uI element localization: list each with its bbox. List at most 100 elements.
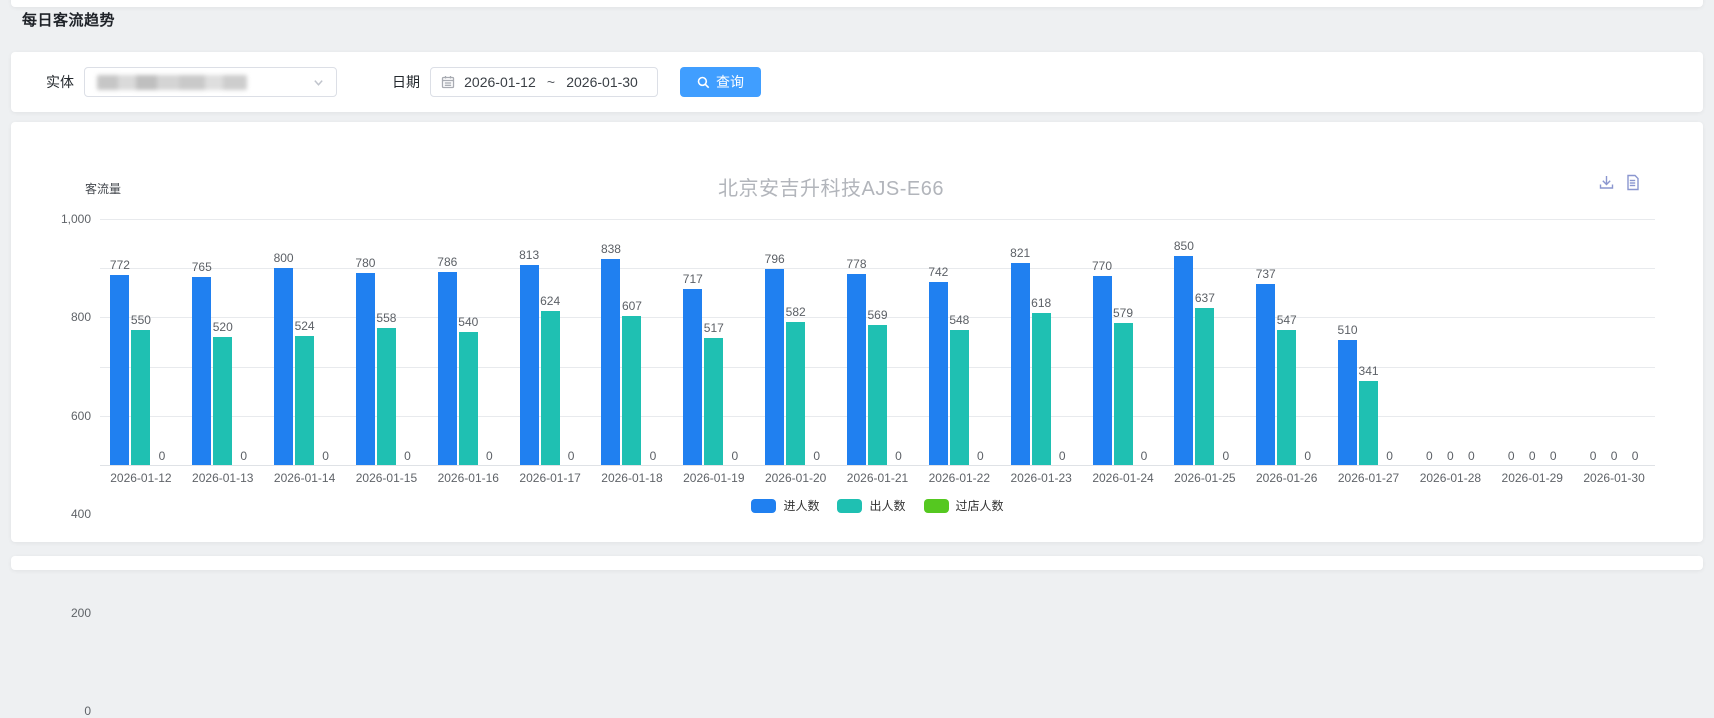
chart-title: 北京安吉升科技AJS-E66 [11,172,1651,201]
value-label: 510 [1323,323,1373,337]
bar-进人数[interactable] [1011,263,1030,465]
x-tick-label: 2026-01-22 [914,471,1004,485]
x-tick-label: 2026-01-29 [1487,471,1577,485]
bar-出人数[interactable] [213,337,232,465]
entity-select-value-redacted [97,75,247,90]
value-label: 0 [710,449,760,463]
value-label: 813 [504,248,554,262]
x-tick-label: 2026-01-21 [833,471,923,485]
y-tick-label: 200 [71,606,91,620]
legend-swatch [924,499,949,513]
value-label: 742 [913,265,963,279]
chart-panel: 北京安吉升科技AJS-E66 客流量 1,0008006004002000772… [11,122,1703,542]
value-label: 772 [95,258,145,272]
value-label: 796 [750,252,800,266]
page-title: 每日客流趋势 [22,9,115,30]
bar-进人数[interactable] [847,274,866,465]
previous-panel-edge [11,0,1703,7]
date-range-separator: ~ [545,74,557,90]
value-label: 0 [301,449,351,463]
value-label: 540 [443,315,493,329]
value-label: 0 [792,449,842,463]
bar-进人数[interactable] [683,289,702,465]
value-label: 0 [1037,449,1087,463]
x-tick-label: 2026-01-14 [260,471,350,485]
gridline: 0 [100,465,1655,466]
bar-出人数[interactable] [1277,330,1296,465]
date-end-value[interactable]: 2026-01-30 [557,74,647,90]
value-label: 770 [1077,259,1127,273]
bar-进人数[interactable] [765,269,784,465]
x-tick-label: 2026-01-18 [587,471,677,485]
bar-进人数[interactable] [929,282,948,465]
bar-出人数[interactable] [131,330,150,465]
bar-进人数[interactable] [1093,276,1112,465]
query-button[interactable]: 查询 [680,67,761,97]
value-label: 0 [1201,449,1251,463]
y-axis-name: 客流量 [79,180,127,197]
value-label: 607 [607,299,657,313]
bar-进人数[interactable] [1174,256,1193,465]
date-label: 日期 [392,72,420,92]
bar-出人数[interactable] [950,330,969,465]
bar-进人数[interactable] [356,273,375,465]
legend-item-进人数[interactable]: 进人数 [751,497,819,514]
date-start-value[interactable]: 2026-01-12 [455,74,545,90]
legend-label: 出人数 [869,497,905,514]
bar-进人数[interactable] [438,272,457,465]
value-label: 0 [1610,449,1660,463]
bar-出人数[interactable] [459,332,478,465]
value-label: 850 [1159,239,1209,253]
bar-进人数[interactable] [274,268,293,465]
bar-出人数[interactable] [1114,323,1133,465]
bar-出人数[interactable] [377,328,396,465]
legend-swatch [751,499,776,513]
value-label: 0 [874,449,924,463]
gridline: 1,000 [100,219,1655,220]
entity-label: 实体 [46,72,74,92]
bar-出人数[interactable] [1195,308,1214,465]
value-label: 624 [525,294,575,308]
x-tick-label: 2026-01-27 [1324,471,1414,485]
bar-出人数[interactable] [295,336,314,465]
bar-出人数[interactable] [622,316,641,465]
legend-label: 过店人数 [956,497,1004,514]
bar-出人数[interactable] [1032,313,1051,465]
value-label: 0 [955,449,1005,463]
x-tick-label: 2026-01-30 [1569,471,1659,485]
bar-进人数[interactable] [1338,340,1357,465]
entity-select[interactable] [84,67,337,97]
date-range-input[interactable]: 2026-01-12 ~ 2026-01-30 [430,67,658,97]
x-tick-label: 2026-01-19 [669,471,759,485]
bar-出人数[interactable] [868,325,887,465]
query-button-label: 查询 [716,72,744,92]
value-label: 520 [198,320,248,334]
filter-row: 实体 日期 2026-01-12 ~ 2026-01-30 [11,52,1703,112]
legend-item-过店人数[interactable]: 过店人数 [924,497,1004,514]
bar-进人数[interactable] [110,275,129,465]
bar-出人数[interactable] [786,322,805,465]
value-label: 0 [1283,449,1333,463]
value-label: 582 [771,305,821,319]
value-label: 517 [689,321,739,335]
legend-label: 进人数 [783,497,819,514]
y-tick-label: 1,000 [61,212,91,226]
y-tick-label: 800 [71,310,91,324]
value-label: 737 [1241,267,1291,281]
y-tick-label: 0 [84,704,91,718]
bar-进人数[interactable] [1256,284,1275,465]
bar-进人数[interactable] [601,259,620,465]
search-icon [697,76,710,89]
value-label: 800 [259,251,309,265]
x-tick-label: 2026-01-17 [505,471,595,485]
bar-进人数[interactable] [192,277,211,465]
bar-出人数[interactable] [704,338,723,465]
value-label: 838 [586,242,636,256]
legend-item-出人数[interactable]: 出人数 [837,497,905,514]
next-panel-edge [11,556,1703,570]
y-tick-label: 600 [71,409,91,423]
bar-出人数[interactable] [541,311,560,465]
calendar-icon [441,75,455,89]
x-tick-label: 2026-01-28 [1405,471,1495,485]
value-label: 558 [361,311,411,325]
